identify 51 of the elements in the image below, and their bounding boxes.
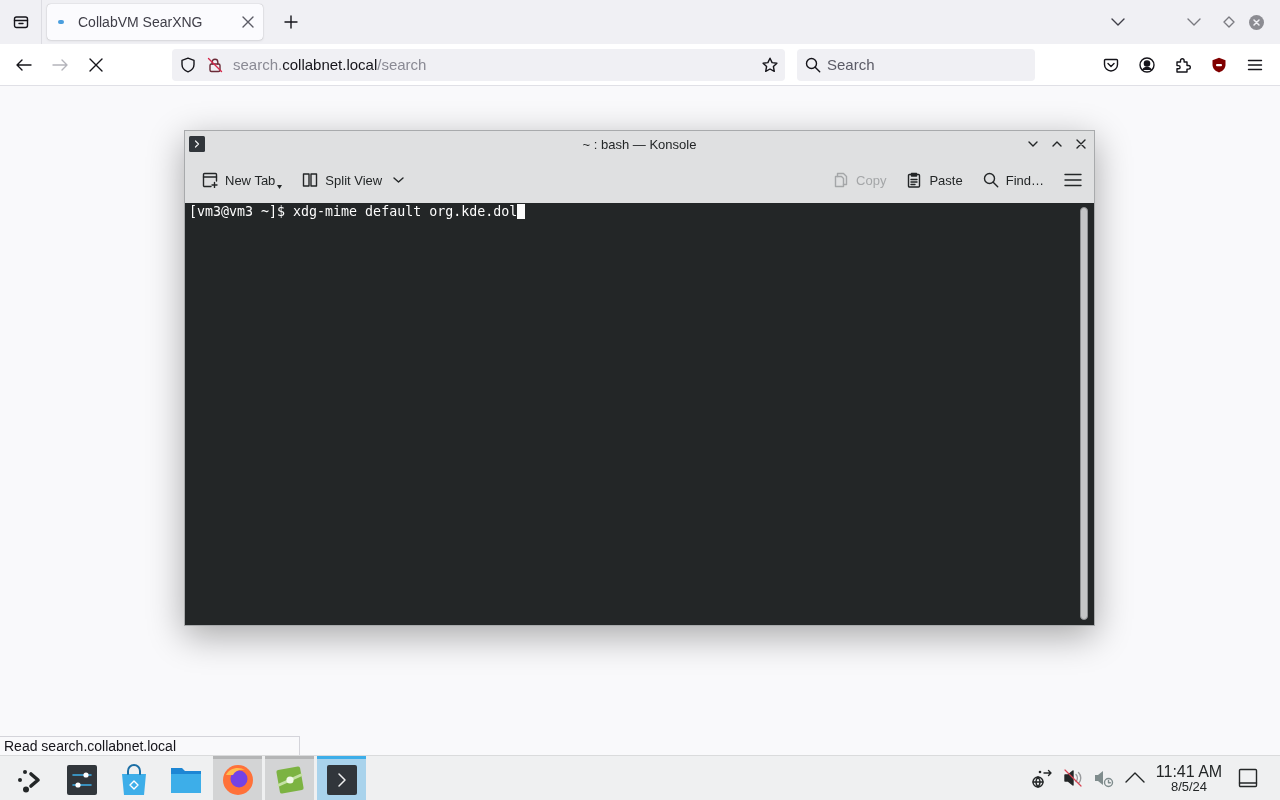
chevron-up-icon: [1052, 141, 1062, 147]
search-field[interactable]: Search: [797, 48, 1035, 81]
paste-button[interactable]: Paste: [902, 165, 967, 195]
terminal-icon[interactable]: [189, 136, 205, 152]
shield-icon: [1211, 56, 1227, 73]
window-title: ~ : bash — Konsole: [582, 136, 697, 152]
user-icon: [1139, 56, 1155, 73]
close-icon: [242, 16, 254, 28]
tab-title: CollabVM SearXNG: [78, 14, 204, 30]
shield-icon[interactable]: [180, 56, 196, 73]
split-view-icon: [302, 172, 319, 188]
close-icon: [88, 56, 104, 73]
new-tab-button[interactable]: New Tab: [198, 165, 287, 195]
crossed-lock-icon[interactable]: [207, 56, 223, 73]
chevron-down-icon: [1111, 18, 1125, 26]
clock-date[interactable]: 8/5/24: [1170, 779, 1208, 794]
terminal-pane[interactable]: [vm3@vm3 ~]$ xdg-mime default org.kde.dol: [185, 203, 1094, 625]
split-view-button[interactable]: Split View: [298, 165, 409, 195]
close-circle-icon: [1248, 14, 1264, 30]
url-text: search.collabnet.local/search: [233, 56, 427, 73]
sliders-icon: [65, 763, 98, 796]
close-icon: [1076, 139, 1086, 149]
tray-icon: [13, 14, 29, 30]
address-bar[interactable]: search.collabnet.local/search: [172, 48, 785, 81]
shield-chevron-icon: [1103, 56, 1119, 73]
find-button[interactable]: Find…: [978, 165, 1048, 195]
desktop-icon: [1238, 768, 1258, 788]
puzzle-icon: [1175, 56, 1191, 73]
browser-tab[interactable]: CollabVM SearXNG: [47, 4, 263, 40]
terminal-line: [vm3@vm3 ~]$ xdg-mime default org.kde.dol: [189, 203, 518, 220]
status-text: Read search.collabnet.local: [0, 736, 300, 755]
new-tab-icon: [202, 172, 218, 188]
taskbar-button[interactable]: [317, 756, 366, 800]
chevron-down-icon: [1028, 141, 1038, 147]
star-icon[interactable]: [762, 56, 778, 73]
caret-down-icon: [393, 177, 405, 183]
dropdown-arrow-icon: [277, 185, 283, 189]
plus-icon: [284, 15, 298, 29]
scrollbar[interactable]: [1080, 207, 1088, 620]
clipboard-icon: [906, 172, 923, 188]
copy-icon: [833, 172, 850, 188]
speaker-muted-icon: [1062, 767, 1084, 789]
menu-icon: [1064, 171, 1082, 189]
chevron-down-icon: [1187, 18, 1201, 26]
search-icon: [805, 56, 821, 73]
clock-time[interactable]: 11:41 AM: [1155, 762, 1223, 780]
network-icon: [1031, 767, 1053, 789]
search-icon: [982, 172, 999, 188]
browser-icon: [221, 763, 254, 796]
terminal-icon: [325, 763, 358, 796]
diamond-icon: [1223, 16, 1235, 28]
